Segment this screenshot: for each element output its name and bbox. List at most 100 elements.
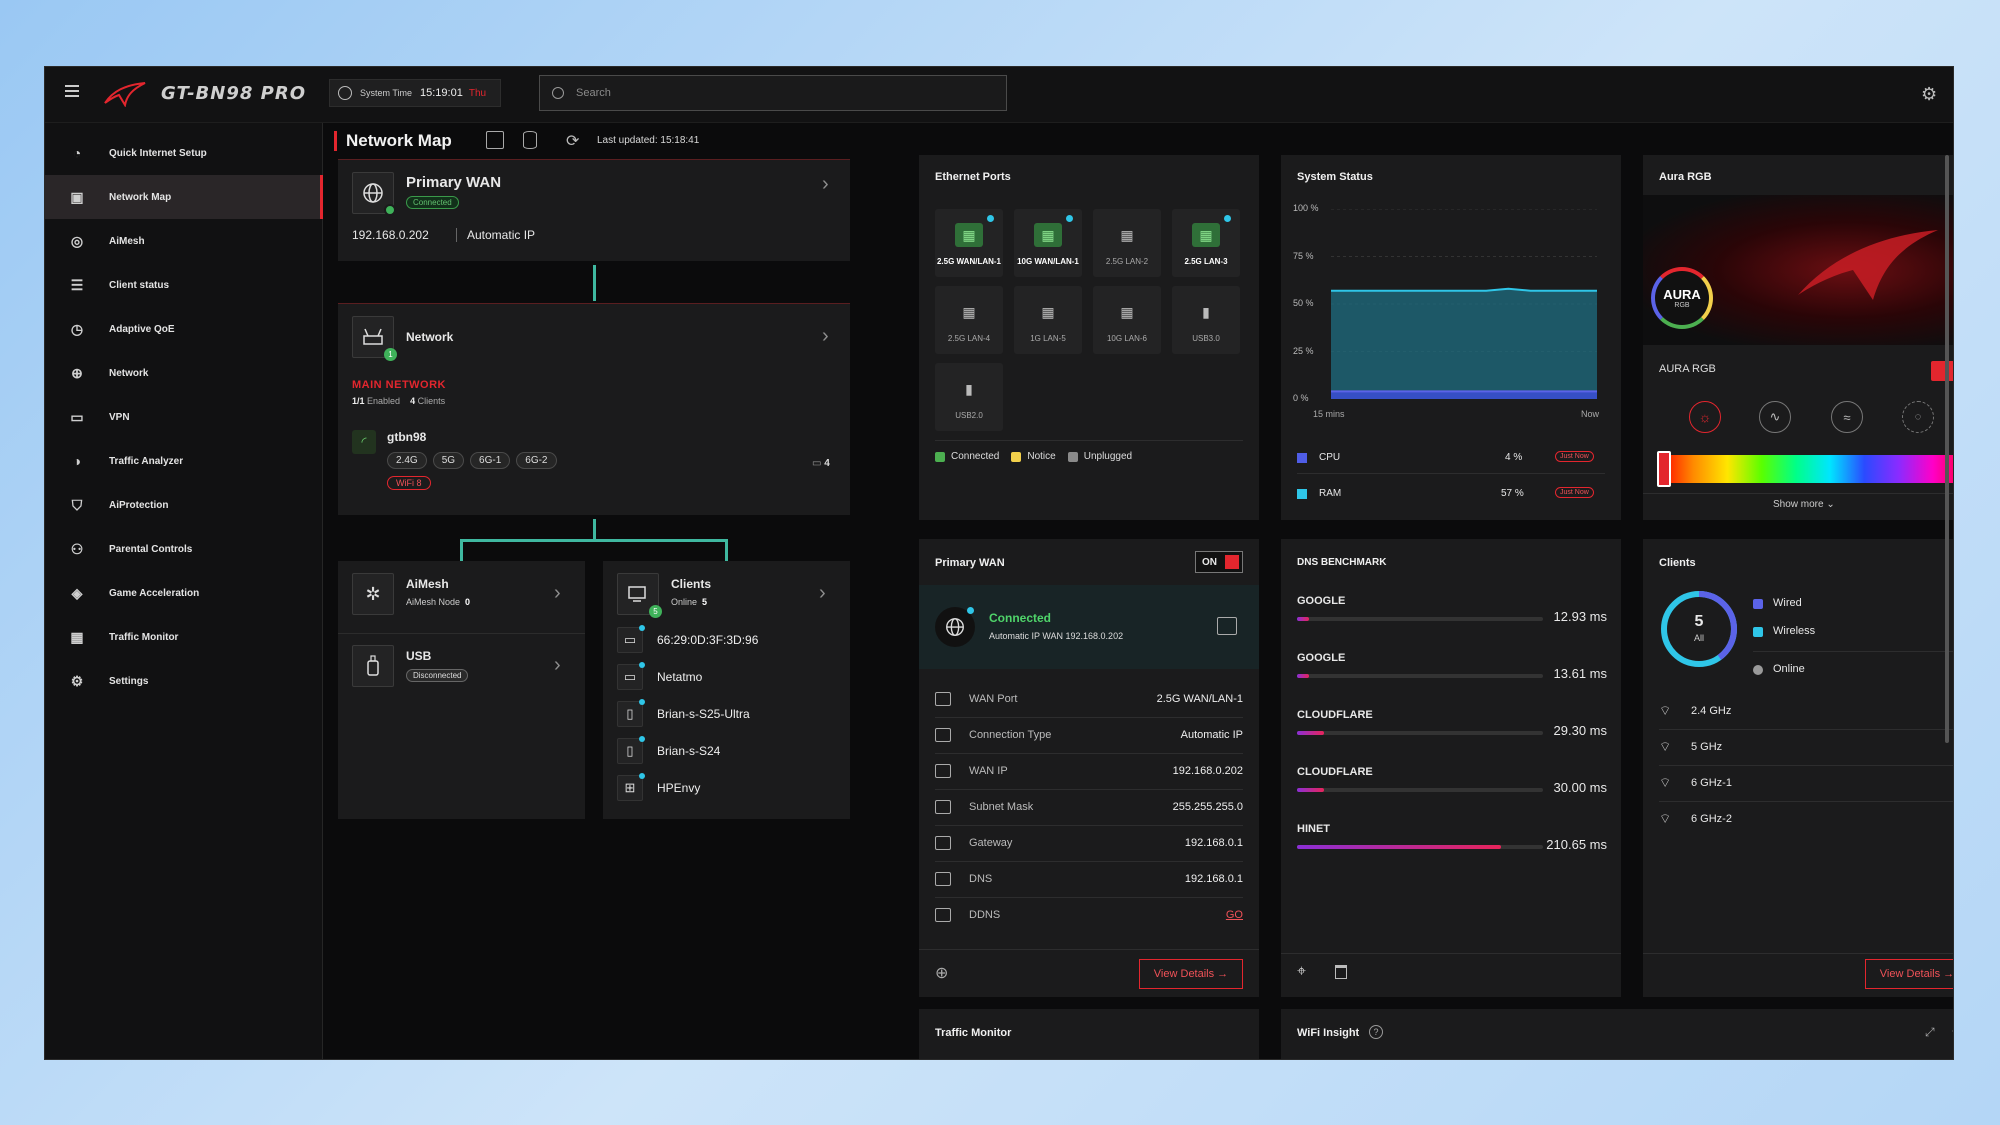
legend-notice: Notice [1027,451,1056,462]
aimesh-icon: ◎ [70,232,84,249]
sidebar-item[interactable]: ⚇ Parental Controls [45,527,323,571]
ethernet-port[interactable]: ▦ 2.5G LAN-3 [1172,209,1240,277]
x-end-label: Now [1581,409,1600,419]
ethernet-port[interactable]: ▦ 1G LAN-5 [1014,286,1082,354]
client-device-name: Brian-s-S24 [657,744,721,758]
more-icon[interactable]: ⋯ [1951,1021,1953,1041]
clock-icon [338,86,352,100]
client-device-row[interactable]: ⊞ HPEnvy [617,773,837,803]
gear-icon[interactable]: ⚙ [1921,84,1937,105]
ethernet-port[interactable]: ▦ 10G WAN/LAN-1 [1014,209,1082,277]
cycle-effect-icon[interactable]: ◌ [1902,401,1934,433]
search-input[interactable]: Search [539,75,1007,111]
sidebar-item-label: AiProtection [109,499,169,511]
sidebar-item-label: Traffic Analyzer [109,455,184,467]
sidebar-item[interactable]: ▣ Network Map [45,175,323,219]
ethernet-port[interactable]: ▮ USB2.0 [935,363,1003,431]
pulse-effect-icon[interactable]: ∿ [1759,401,1791,433]
show-more-button[interactable]: Show more ⌄ [1773,499,1835,510]
location-pin-icon[interactable]: ⌖ [1297,963,1306,981]
aimesh-usb-card: ✲ AiMesh AiMesh Node 0 › USB Disconnecte… [338,561,585,819]
help-icon[interactable]: ? [1369,1025,1383,1039]
ethernet-port[interactable]: ▦ 2.5G WAN/LAN-1 [935,209,1003,277]
band-pill[interactable]: 5G [432,452,465,469]
ddns-go-link[interactable]: GO [1226,909,1243,921]
connection-icon [935,728,951,742]
client-device-row[interactable]: ▭ Netatmo [617,662,837,692]
network-badge: 1 [384,348,397,361]
sidebar-item[interactable]: ⛉ AiProtection [45,483,323,527]
online-dot [639,699,645,705]
clients-card[interactable]: 5 Clients Online 5 › ▭ 66:29:0D:3F:3D:96 ▭… [603,561,850,819]
phone-icon: ▯ [617,736,645,764]
ethernet-port[interactable]: ▦ 2.5G LAN-4 [935,286,1003,354]
sidebar-item[interactable]: ▦ Traffic Monitor [45,615,323,659]
ethernet-port[interactable]: ▦ 2.5G LAN-2 [1093,209,1161,277]
ram-value: 57 % [1501,488,1524,499]
row-divider [935,825,1243,826]
chevron-right-icon[interactable]: › [822,174,829,194]
ethernet-port[interactable]: ▦ 10G LAN-6 [1093,286,1161,354]
network-card[interactable]: 1 Network › MAIN NETWORK 1/1 Enabled 4 C… [338,303,850,515]
globe-icon[interactable]: ⊕ [935,963,948,983]
client-device-row[interactable]: ▯ Brian-s-S24 [617,736,837,766]
chevron-right-icon[interactable]: › [819,583,826,603]
chevron-right-icon[interactable]: › [822,326,829,346]
wan-card[interactable]: Primary WAN Connected › 192.168.0.202 Au… [338,159,850,261]
aura-banner: AURA RGB [1643,195,1953,345]
sidebar-item[interactable]: ◷ Adaptive QoE [45,307,323,351]
edit-icon[interactable] [1217,617,1237,635]
wan-info-value: 2.5G WAN/LAN-1 [1156,693,1243,705]
ethernet-port[interactable]: ▮ USB3.0 [1172,286,1240,354]
sidebar-item-label: Client status [109,279,170,291]
dns-value: 12.93 ms [1553,609,1607,624]
last-updated: Last updated: 15:18:41 [597,135,700,146]
usb-row[interactable]: USB Disconnected › [338,635,585,707]
sidebar-item[interactable]: ⊕ Network [45,351,323,395]
sidebar-item[interactable]: ☰ Client status [45,263,323,307]
band-pill[interactable]: 6G-1 [470,452,511,469]
network-summary: 1/1 Enabled 4 Clients [352,396,445,406]
sidebar-item[interactable]: ◔ Quick Internet Setup [45,131,323,175]
clients-view-details-button[interactable]: View Details → [1865,959,1953,989]
wan-type: Automatic IP [467,228,536,242]
band-pill[interactable]: 6G-2 [516,452,557,469]
client-device-row[interactable]: ▭ 66:29:0D:3F:3D:96 [617,625,837,655]
wan-toggle[interactable]: ON [1195,551,1243,573]
refresh-icon[interactable]: ⟳ [566,131,579,151]
aura-logo-sub: RGB [1674,302,1690,309]
sidebar-item[interactable]: ⚙ Settings [45,659,323,703]
rog-eye-icon [1798,230,1938,300]
aimesh-row[interactable]: ✲ AiMesh AiMesh Node 0 › [338,561,585,633]
chevron-right-icon[interactable]: › [554,655,561,675]
client-device-row[interactable]: ▯ Brian-s-S25-Ultra [617,699,837,729]
color-slider-handle[interactable] [1657,451,1671,487]
sidebar-item[interactable]: ◎ AiMesh [45,219,323,263]
sidebar-item[interactable]: ◑ Traffic Analyzer [45,439,323,483]
dns-bar-fill [1297,788,1325,792]
static-effect-icon[interactable]: ☼ [1689,401,1721,433]
trash-icon[interactable] [1335,965,1347,979]
clients-online: Online 5 [671,597,707,607]
y-tick-label: 50 % [1293,298,1314,308]
aura-toggle[interactable] [1931,361,1953,381]
cpu-just-now: Just Now [1555,451,1594,462]
wan-info-value: Automatic IP [1180,729,1243,741]
phone-icon: ▯ [617,699,645,727]
sidebar-item[interactable]: ◈ Game Acceleration [45,571,323,615]
chevron-right-icon[interactable]: › [554,583,561,603]
color-slider[interactable] [1659,455,1953,483]
expand-icon[interactable]: ⤢ [1925,1025,1935,1040]
band-pill[interactable]: 2.4G [387,452,427,469]
wave-effect-icon[interactable]: ≈ [1831,401,1863,433]
scrollbar[interactable] [1945,155,1949,743]
sidebar-item[interactable]: ▭ VPN [45,395,323,439]
wan-view-details-button[interactable]: View Details → [1139,959,1243,989]
database-icon[interactable] [523,131,537,149]
port-label: 2.5G LAN-3 [1184,257,1228,266]
clients-total-label: All [1693,633,1704,643]
y-tick-label: 100 % [1293,203,1319,213]
online-dot [639,773,645,779]
menu-icon[interactable] [65,85,79,97]
chart-view-icon[interactable] [486,131,504,149]
